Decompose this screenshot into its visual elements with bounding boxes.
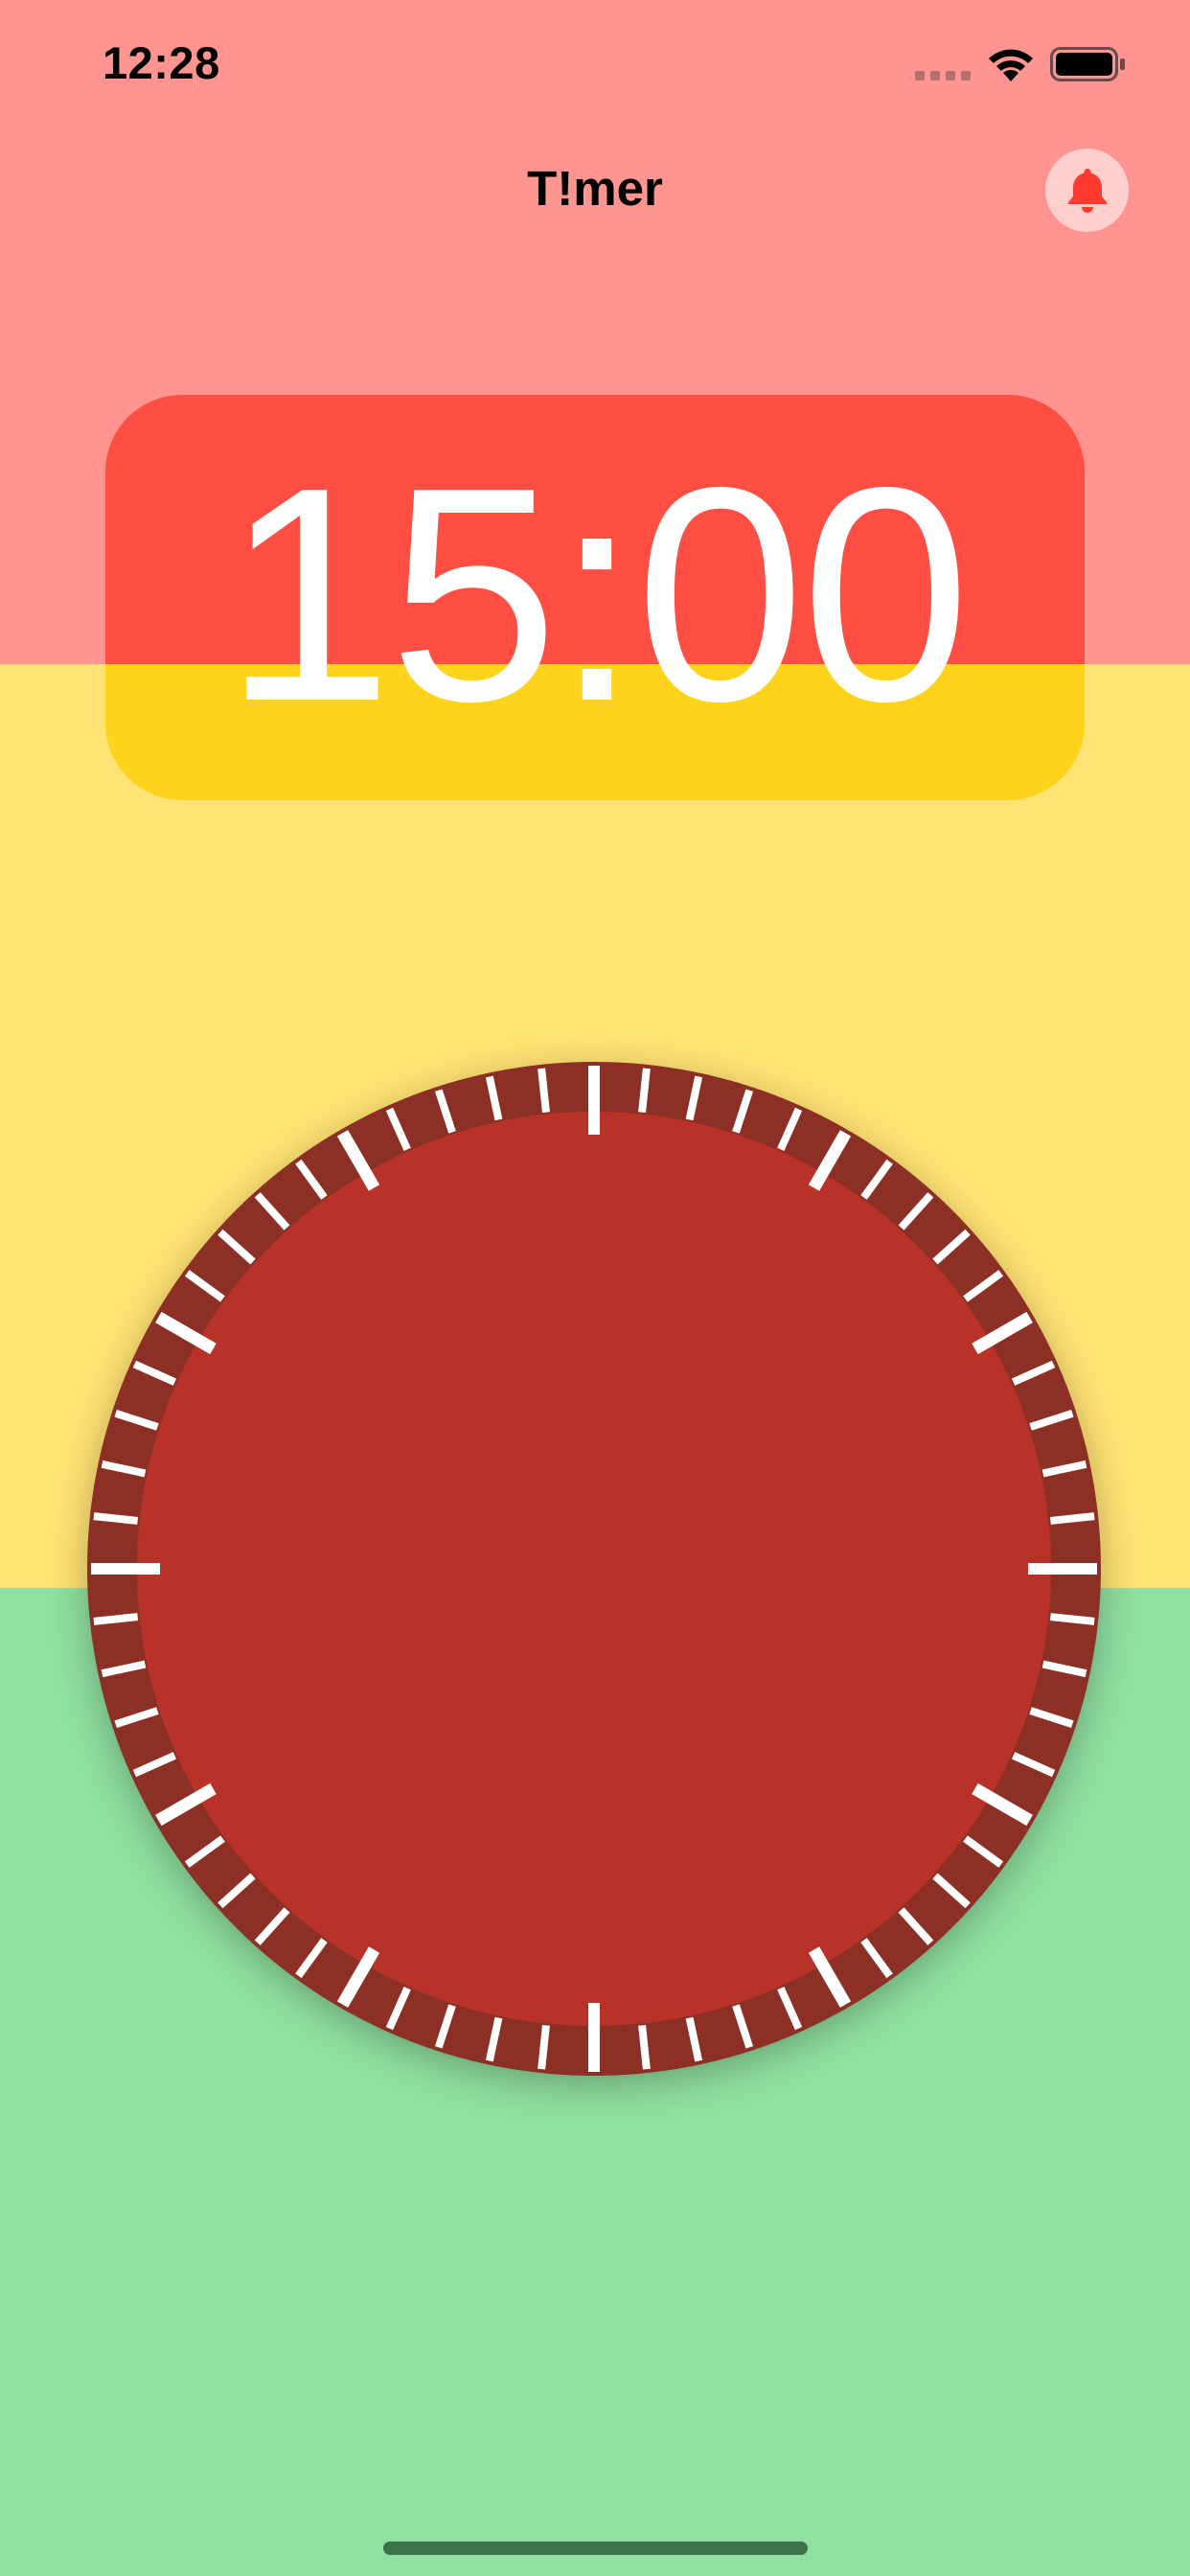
dial-minor-tick [538,1068,550,1114]
battery-full-icon [1050,47,1125,81]
home-indicator[interactable] [383,2542,808,2555]
dial-minor-tick [638,1068,651,1114]
cellular-signal-icon [915,71,971,80]
dial-face [87,1062,1101,2076]
wifi-icon [989,49,1033,81]
dial-minor-tick [638,2024,651,2070]
dial-minor-tick [1049,1613,1095,1625]
dial-minor-tick [93,1613,139,1625]
dial-minor-tick [93,1512,139,1525]
time-display-card[interactable]: 15:00 [105,395,1085,800]
timer-dial[interactable] [87,1062,1101,2076]
alarm-button[interactable] [1045,149,1129,232]
dial-minor-tick [1049,1512,1095,1525]
time-display: 15:00 [223,425,971,765]
bell-icon [1067,168,1107,213]
dial-minor-tick [538,2024,550,2070]
status-time: 12:28 [103,37,220,88]
app-title: T!mer [527,161,663,216]
